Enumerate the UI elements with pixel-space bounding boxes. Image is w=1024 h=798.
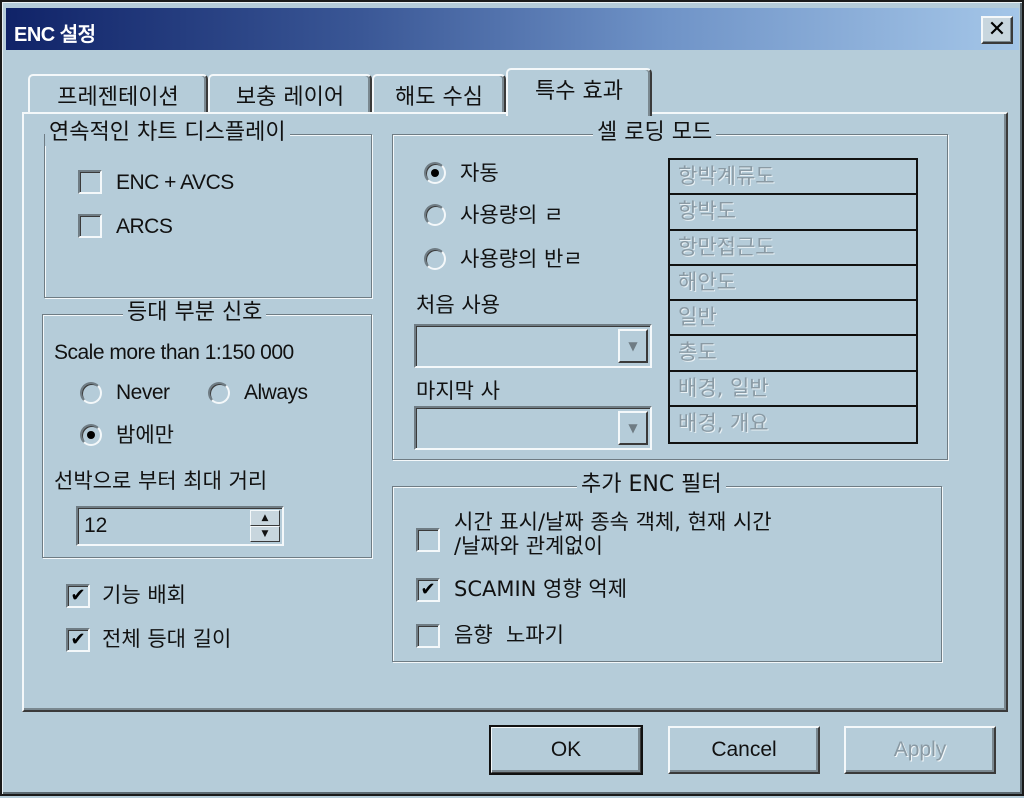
time-date-filter-checkbox[interactable] bbox=[416, 528, 440, 552]
auto-radio[interactable] bbox=[424, 162, 446, 184]
chart-type-list: 항박계류도 항박도 항만접근도 해안도 일반 총도 배경, 일반 배경, 개요 bbox=[668, 158, 918, 444]
max-distance-spinbox[interactable]: 12 ▲ ▼ bbox=[76, 506, 284, 546]
full-light-length-checkbox[interactable]: ✔ bbox=[66, 628, 90, 652]
always-label: Always bbox=[244, 381, 308, 404]
first-use-label: 처음 사용 bbox=[416, 293, 500, 317]
usage-radio-1[interactable] bbox=[424, 204, 446, 226]
usage-label-1: 사용량의 ㄹ bbox=[460, 203, 564, 227]
max-distance-label: 선박으로 부터 최대 거리 bbox=[54, 469, 268, 493]
night-only-radio[interactable] bbox=[80, 424, 102, 446]
chart-type-item: 총도 bbox=[670, 336, 916, 372]
ok-button[interactable]: OK bbox=[489, 725, 643, 775]
first-use-combobox[interactable]: ▼ bbox=[414, 324, 652, 368]
spin-up-button[interactable]: ▲ bbox=[250, 510, 280, 526]
time-date-filter-label: 시간 표시/날짜 종속 객체, 현재 시간 /날짜와 관계없이 bbox=[454, 510, 772, 558]
never-radio[interactable] bbox=[80, 382, 102, 404]
arrow-down-icon: ▼ bbox=[261, 528, 269, 539]
arcs-checkbox[interactable] bbox=[78, 214, 102, 238]
group-legend: 연속적인 차트 디스플레이 bbox=[45, 120, 290, 146]
cancel-label: Cancel bbox=[711, 738, 777, 761]
enc-avcs-checkbox[interactable] bbox=[78, 170, 102, 194]
chart-type-item: 항만접근도 bbox=[670, 231, 916, 266]
spin-down-button[interactable]: ▼ bbox=[250, 526, 280, 542]
sound-filter-checkbox[interactable] bbox=[416, 624, 440, 648]
chart-type-item: 항박계류도 bbox=[670, 160, 916, 196]
scale-label: Scale more than 1:150 000 bbox=[54, 341, 294, 364]
sound-filter-label: 음향 노파기 bbox=[454, 623, 564, 647]
feature-roaming-checkbox[interactable]: ✔ bbox=[66, 584, 90, 608]
apply-button[interactable]: Apply bbox=[844, 726, 996, 774]
last-use-dropdown-button[interactable]: ▼ bbox=[618, 411, 648, 445]
chevron-down-icon: ▼ bbox=[628, 421, 638, 435]
auto-label: 자동 bbox=[460, 161, 499, 185]
time-date-filter-label-line2: /날짜와 관계없이 bbox=[454, 534, 603, 558]
chart-type-item: 배경, 개요 bbox=[678, 410, 769, 435]
feature-roaming-label: 기능 배회 bbox=[102, 583, 186, 607]
max-distance-value: 12 bbox=[84, 514, 108, 537]
scamin-label: SCAMIN 영향 억제 bbox=[454, 577, 628, 601]
never-label: Never bbox=[116, 381, 170, 404]
scamin-checkbox[interactable]: ✔ bbox=[416, 578, 440, 602]
group-legend: 추가 ENC 필터 bbox=[577, 472, 726, 498]
group-legend: 셀 로딩 모드 bbox=[593, 120, 717, 146]
last-use-combobox[interactable]: ▼ bbox=[414, 406, 652, 450]
first-use-dropdown-button[interactable]: ▼ bbox=[618, 329, 648, 363]
ok-label: OK bbox=[550, 738, 582, 761]
apply-label: Apply bbox=[893, 738, 947, 761]
enc-settings-dialog: ENC 설정 ✕ 프레젠테이션 보충 레이어 해도 수심 특수 효과 연속적인 … bbox=[0, 0, 1024, 796]
usage-label-2: 사용량의 반ㄹ bbox=[460, 247, 583, 271]
check-icon: ✔ bbox=[70, 629, 86, 650]
group-legend: 등대 부분 신호 bbox=[123, 300, 267, 326]
chart-type-item: 배경, 일반 bbox=[670, 372, 916, 407]
full-light-length-label: 전체 등대 길이 bbox=[102, 627, 232, 651]
chart-type-item: 항박도 bbox=[670, 195, 916, 231]
night-only-label: 밤에만 bbox=[116, 423, 174, 447]
check-icon: ✔ bbox=[70, 585, 86, 606]
always-radio[interactable] bbox=[208, 382, 230, 404]
usage-radio-2[interactable] bbox=[424, 248, 446, 270]
cancel-button[interactable]: Cancel bbox=[668, 726, 820, 774]
enc-avcs-label: ENC + AVCS bbox=[116, 171, 234, 194]
arrow-up-icon: ▲ bbox=[261, 512, 269, 523]
time-date-filter-label-line1: 시간 표시/날짜 종속 객체, 현재 시간 bbox=[454, 510, 772, 534]
chart-type-item: 해안도 bbox=[670, 266, 916, 301]
arcs-label: ARCS bbox=[116, 215, 173, 238]
chevron-down-icon: ▼ bbox=[628, 339, 638, 353]
check-icon: ✔ bbox=[420, 579, 436, 600]
chart-type-item: 일반 bbox=[670, 301, 916, 337]
last-use-label: 마지막 사 bbox=[416, 379, 500, 403]
